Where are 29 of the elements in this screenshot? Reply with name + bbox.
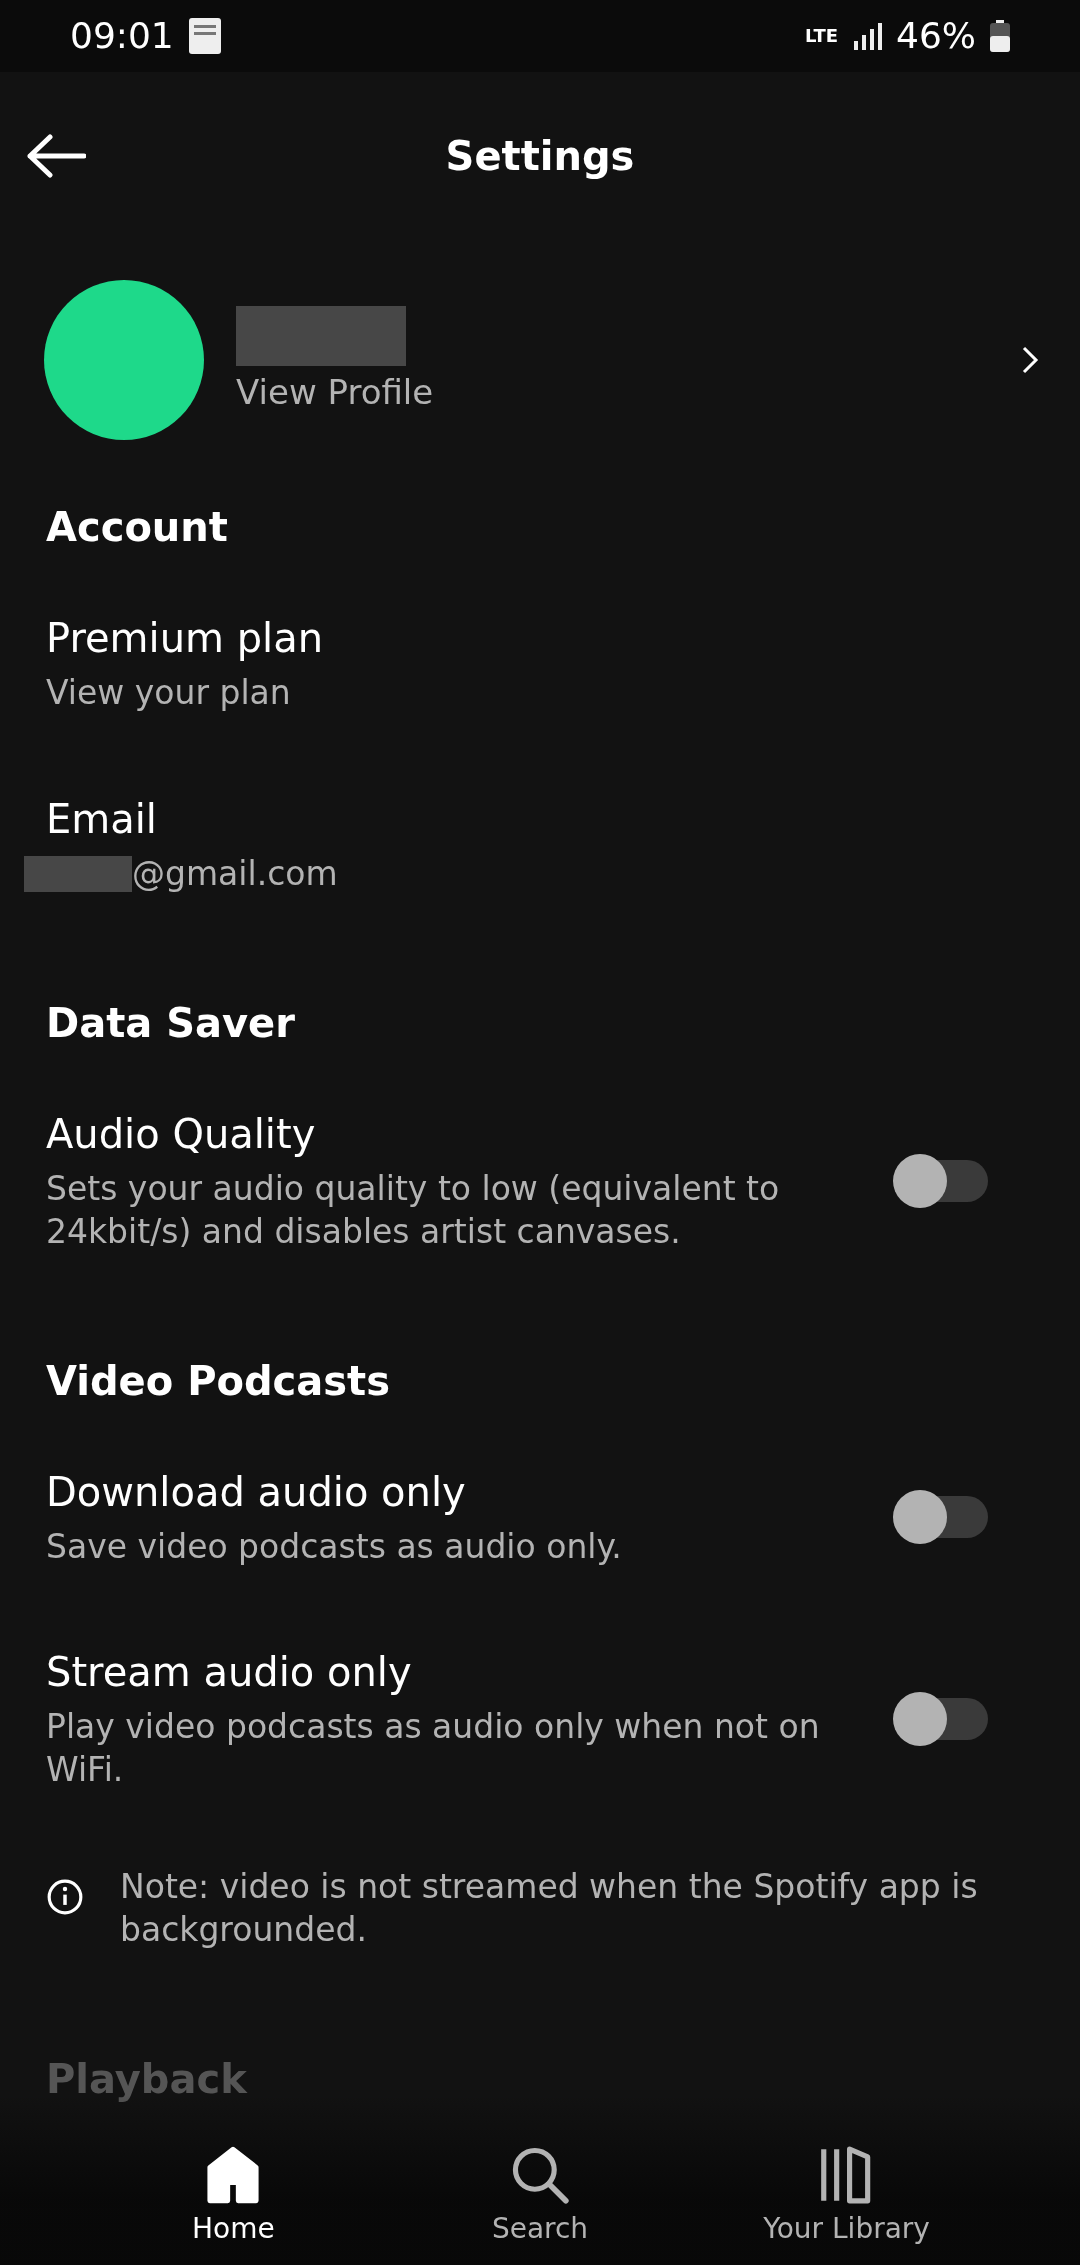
section-heading: Playback xyxy=(46,2055,249,2104)
section-heading: Account xyxy=(46,503,229,552)
section-heading: Video Podcasts xyxy=(46,1356,391,1406)
page-title: Settings xyxy=(445,132,635,181)
email-text: @gmail.com xyxy=(132,852,338,895)
setting-title: Audio Quality xyxy=(46,1109,317,1159)
clock: 09:01 xyxy=(70,13,174,58)
nav-tab[interactable]: Search xyxy=(410,2144,670,2245)
setting-description: Sets your audio quality to low (equivalent to 24kbit/s) and disables artist canvases. xyxy=(46,1167,781,1253)
nav-tab[interactable]: Your Library xyxy=(716,2144,977,2245)
setting-title: Stream audio only xyxy=(46,1648,413,1698)
nav-tab[interactable]: Home xyxy=(103,2144,364,2245)
chevron-right-icon[interactable] xyxy=(1020,345,1040,375)
back-arrow-icon[interactable] xyxy=(26,134,86,178)
setting-title: Email xyxy=(46,794,158,844)
setting-description: Save video podcasts as audio only. xyxy=(46,1525,623,1568)
view-profile-link[interactable]: View Profile xyxy=(236,369,988,415)
note-text: Note: video is not streamed when the Spotify app is backgrounded. xyxy=(120,1866,979,1952)
setting-title: Premium plan xyxy=(46,614,325,663)
setting-title: Download audio only xyxy=(46,1467,467,1517)
book-icon xyxy=(187,17,222,55)
setting-description: Play video podcasts as audio only when not on WiFi. xyxy=(46,1706,821,1792)
battery-icon xyxy=(990,20,1010,52)
info-icon xyxy=(46,1878,84,1917)
signal-icon xyxy=(852,21,882,51)
battery-level: 46% xyxy=(896,13,976,58)
setting-description: View your plan xyxy=(46,672,292,714)
network-type: LTE xyxy=(804,24,838,48)
section-heading: Data Saver xyxy=(46,998,296,1048)
